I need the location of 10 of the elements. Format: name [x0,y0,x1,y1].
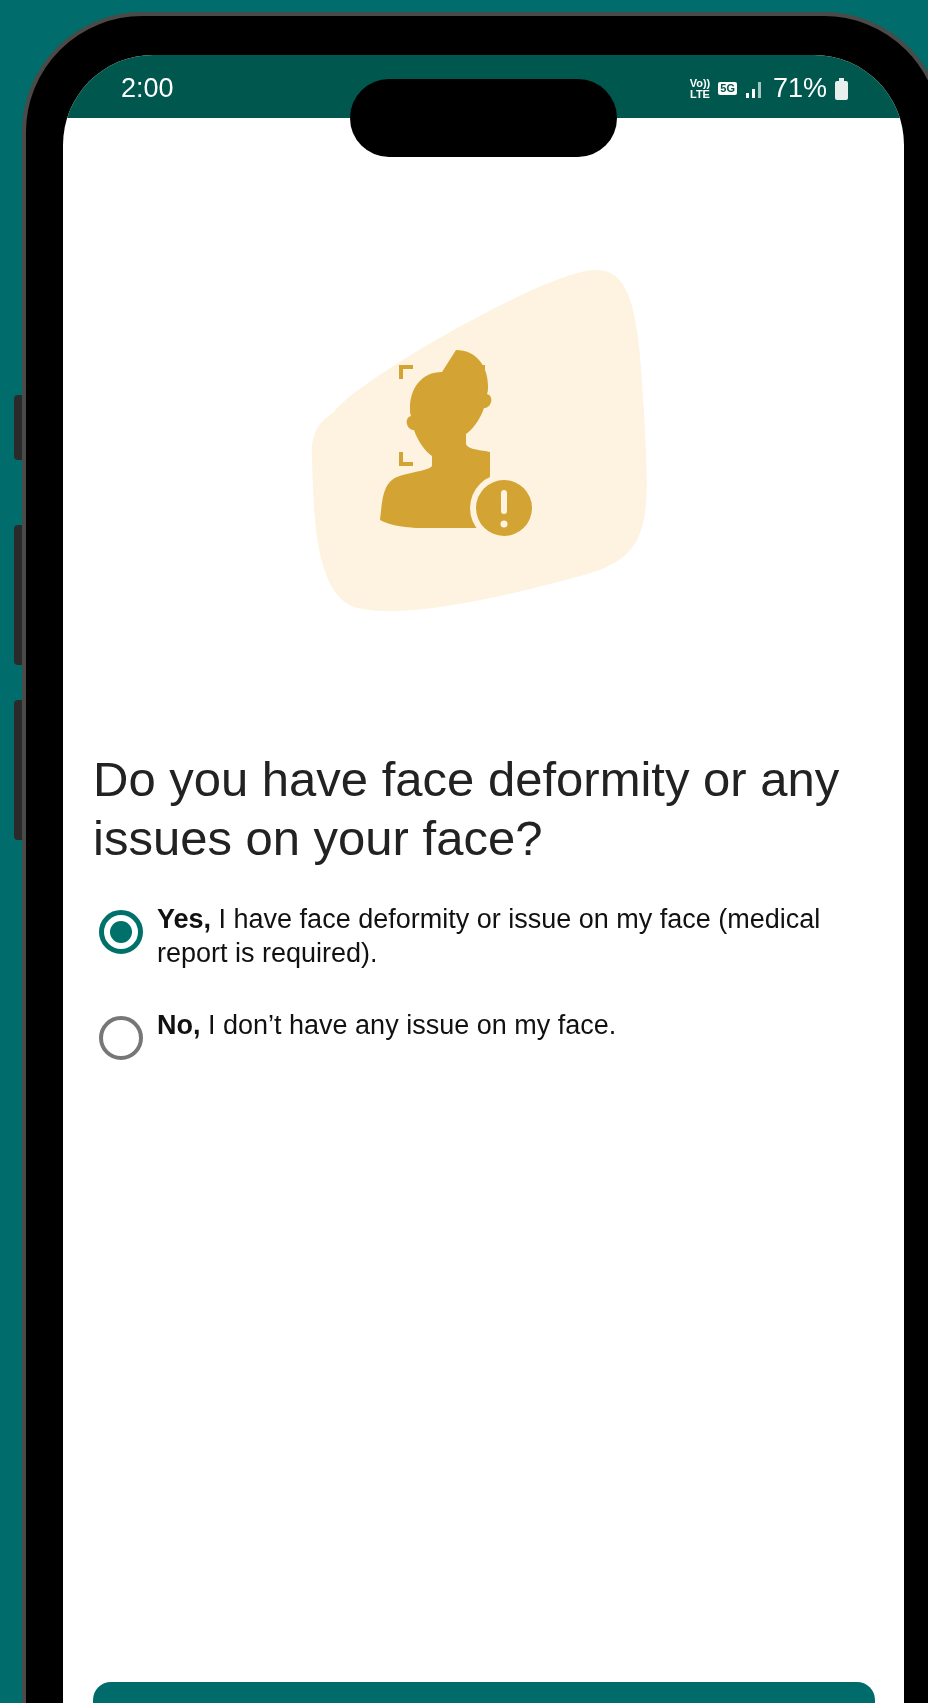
battery-percent: 71% [772,72,827,106]
volte-label: Vo)) LTE [689,77,711,100]
network-badge: 5G [718,82,737,95]
status-time: 2:00 [121,72,174,106]
option-label: No, I don’t have any issue on my face. [157,1009,617,1042]
radio-button[interactable] [99,1016,143,1060]
question-heading: Do you have face deformity or any issues on your face? [92,751,841,867]
radio-button[interactable] [99,910,143,954]
battery-icon [835,77,848,100]
option-label: Yes, I have face deformity or issue on my face (medical report is required). [157,903,822,970]
